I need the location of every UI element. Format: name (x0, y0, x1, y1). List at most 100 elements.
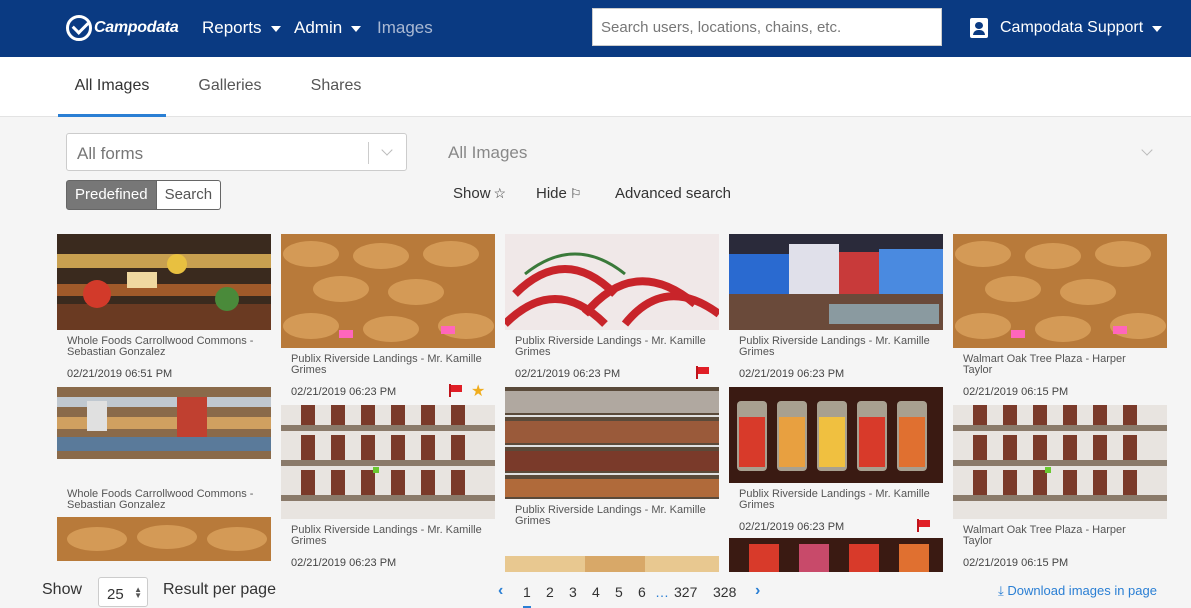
image-caption: Publix Riverside Landings - Mr. Kamille … (291, 524, 482, 547)
nav-images[interactable]: Images (377, 18, 433, 38)
page-3[interactable]: 3 (569, 584, 577, 600)
image-card[interactable]: Whole Foods Carrollwood Commons - Sebast… (57, 234, 271, 380)
image-thumbnail[interactable] (729, 387, 943, 483)
image-thumbnail[interactable] (505, 556, 719, 572)
chevron-down-icon (381, 144, 393, 156)
page-4[interactable]: 4 (592, 584, 600, 600)
per-page-value: 25 (107, 586, 124, 603)
image-thumbnail[interactable] (57, 517, 271, 561)
image-thumbnail[interactable] (281, 234, 495, 348)
page-327[interactable]: 327 (674, 584, 697, 600)
nav-admin[interactable]: Admin (294, 18, 362, 38)
nav-admin-label: Admin (294, 18, 343, 37)
image-card[interactable]: Publix Riverside Landings - Mr. Kamille … (729, 234, 943, 380)
top-navbar: Campodata Reports Admin Images Campodata… (0, 0, 1191, 57)
nav-reports-label: Reports (202, 18, 262, 37)
tab-all-images[interactable]: All Images (58, 57, 166, 117)
image-date: 02/21/2019 06:51 PM (67, 368, 173, 380)
image-card[interactable]: Publix Riverside Landings - Mr. Kamille … (505, 387, 719, 527)
hide-label: Hide (536, 185, 567, 202)
flag-outline-icon: ⚐ (569, 185, 582, 201)
chevron-down-icon[interactable] (1141, 144, 1153, 156)
user-menu[interactable]: Campodata Support (970, 18, 1163, 38)
image-date: 02/21/2019 06:15 PM (963, 386, 1069, 398)
user-name: Campodata Support (1000, 19, 1144, 36)
image-thumbnail[interactable] (953, 405, 1167, 519)
show-starred-button[interactable]: Show ☆ (453, 185, 506, 202)
check-circle-icon (66, 15, 92, 41)
brand-logo[interactable]: Campodata (66, 10, 179, 46)
predefined-button[interactable]: Predefined (66, 180, 157, 210)
flag-icon[interactable] (916, 519, 930, 532)
forms-select[interactable]: All forms (66, 133, 407, 171)
flag-icon[interactable] (695, 366, 709, 379)
image-card[interactable]: Publix Riverside Landings - Mr. Kamille … (505, 234, 719, 380)
next-page-button[interactable]: › (755, 582, 760, 600)
download-label: Download images in page (1007, 583, 1157, 598)
image-thumbnail[interactable] (57, 234, 271, 330)
per-page-select[interactable]: 25 ▲ ▼ (98, 577, 148, 607)
image-thumbnail[interactable] (57, 387, 271, 483)
download-icon: ⤓ (998, 583, 1004, 598)
image-caption: Walmart Oak Tree Plaza - Harper Taylor (963, 524, 1126, 547)
image-date-text: 02/21/2019 06:23 PM (515, 368, 621, 380)
image-card[interactable] (57, 517, 271, 561)
caret-down-icon (351, 26, 362, 32)
image-date: 02/21/2019 06:23 PM ★ (281, 376, 495, 401)
hide-flagged-button[interactable]: Hide ⚐ (536, 185, 582, 202)
image-date-text: 02/21/2019 06:23 PM (291, 386, 397, 398)
image-date: 02/21/2019 06:23 PM (729, 511, 943, 533)
stepper-arrows-icon: ▲ ▼ (134, 585, 142, 600)
image-card[interactable]: Publix Riverside Landings - Mr. Kamille … (281, 405, 495, 569)
image-card[interactable]: Walmart Oak Tree Plaza - Harper Taylor 0… (953, 234, 1167, 398)
image-card[interactable] (505, 556, 719, 572)
select-separator (368, 142, 369, 164)
brand-name: Campodata (94, 19, 179, 36)
global-search-input[interactable] (592, 8, 942, 46)
page-6[interactable]: 6 (638, 584, 646, 600)
image-thumbnail[interactable] (505, 387, 719, 499)
image-date: 02/21/2019 06:15 PM (963, 557, 1069, 569)
image-card[interactable]: Walmart Oak Tree Plaza - Harper Taylor 0… (953, 405, 1167, 569)
show-label: Show (42, 581, 83, 598)
image-caption: Publix Riverside Landings - Mr. Kamille … (515, 504, 706, 527)
star-icon[interactable]: ★ (471, 381, 485, 401)
nav-reports[interactable]: Reports (202, 18, 281, 38)
page-1[interactable]: 1 (523, 584, 531, 608)
tab-galleries[interactable]: Galleries (190, 57, 270, 117)
mode-toggle: Predefined Search (66, 180, 222, 210)
user-badge-icon (970, 18, 988, 38)
image-caption: Publix Riverside Landings - Mr. Kamille … (739, 335, 930, 358)
page-328[interactable]: 328 (713, 584, 736, 600)
image-thumbnail[interactable] (505, 234, 719, 330)
tab-shares[interactable]: Shares (303, 57, 369, 117)
image-card[interactable] (729, 538, 943, 572)
page-5[interactable]: 5 (615, 584, 623, 600)
result-per-page-label: Result per page (163, 581, 276, 598)
image-date: 02/21/2019 06:23 PM (291, 557, 397, 569)
image-thumbnail[interactable] (729, 234, 943, 330)
star-outline-icon: ☆ (493, 185, 507, 201)
caret-down-icon (270, 26, 281, 32)
forms-select-value: All forms (77, 144, 144, 163)
image-date-text: 02/21/2019 06:23 PM (739, 521, 845, 533)
image-caption: Whole Foods Carrollwood Commons - Sebast… (67, 488, 254, 511)
image-thumbnail[interactable] (953, 234, 1167, 348)
image-thumbnail[interactable] (281, 405, 495, 519)
advanced-search-link[interactable]: Advanced search (615, 185, 731, 202)
tabs-bar: All Images Galleries Shares (0, 57, 1191, 117)
image-filter-select[interactable]: All Images (448, 143, 527, 163)
page-2[interactable]: 2 (546, 584, 554, 600)
search-mode-button[interactable]: Search (156, 180, 222, 210)
image-date: 02/21/2019 06:23 PM (505, 358, 719, 380)
download-images-link[interactable]: ⤓ Download images in page (998, 583, 1157, 599)
image-card[interactable]: Whole Foods Carrollwood Commons - Sebast… (57, 387, 271, 533)
prev-page-button[interactable]: ‹ (498, 582, 503, 600)
pagination-bar: Show 25 ▲ ▼ Result per page ‹ 1 2 3 4 5 6… (0, 572, 1191, 608)
image-caption: Publix Riverside Landings - Mr. Kamille … (739, 488, 930, 511)
image-card[interactable]: Publix Riverside Landings - Mr. Kamille … (281, 234, 495, 401)
image-thumbnail[interactable] (729, 538, 943, 572)
image-date: 02/21/2019 06:23 PM (739, 368, 845, 380)
flag-icon[interactable] (448, 384, 462, 397)
image-card[interactable]: Publix Riverside Landings - Mr. Kamille … (729, 387, 943, 533)
